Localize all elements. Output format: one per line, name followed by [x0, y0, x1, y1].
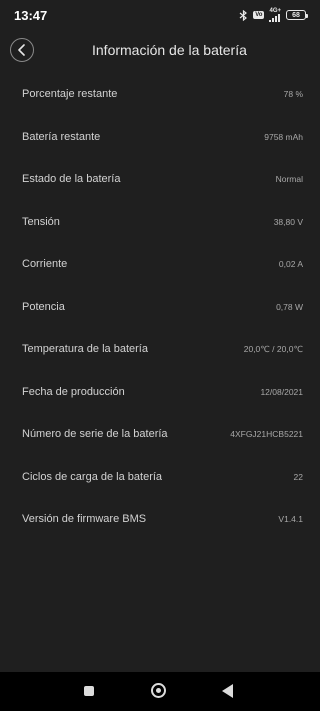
info-value: 38,80 V [273, 216, 303, 227]
info-value: 0,02 A [278, 259, 303, 270]
recents-square-icon[interactable] [84, 686, 94, 696]
info-row-remaining-percentage: Porcentaje restante 78 % [0, 73, 320, 116]
info-row-bms-firmware: Versión de firmware BMS V1.4.1 [0, 498, 320, 541]
bluetooth-icon [239, 9, 248, 21]
signal-group: 4G+ [269, 8, 281, 22]
info-row-remaining-capacity: Batería restante 9758 mAh [0, 116, 320, 159]
header: Información de la batería [0, 34, 320, 68]
info-row-production-date: Fecha de producción 12/08/2021 [0, 371, 320, 414]
info-row-current: Corriente 0,02 A [0, 243, 320, 286]
info-value: 0,78 W [276, 301, 303, 312]
info-label: Número de serie de la batería [22, 428, 168, 441]
info-label: Estado de la batería [22, 173, 121, 186]
info-value: 12/08/2021 [260, 386, 303, 397]
info-row-serial-number: Número de serie de la batería 4XFGJ21HCB… [0, 413, 320, 456]
chevron-left-icon [18, 44, 25, 56]
info-value: 9758 mAh [264, 131, 303, 142]
info-value: 78 % [283, 89, 303, 100]
info-label: Temperatura de la batería [22, 343, 148, 356]
info-row-voltage: Tensión 38,80 V [0, 201, 320, 244]
battery-level: 68 [292, 11, 300, 19]
info-value: 4XFGJ21HCB5221 [230, 429, 303, 440]
info-value: 20,0℃ / 20,0℃ [243, 343, 303, 354]
signal-icon [269, 14, 281, 22]
info-label: Tensión [22, 215, 60, 228]
info-row-battery-status: Estado de la batería Normal [0, 158, 320, 201]
info-value: Normal [275, 174, 303, 185]
info-row-charge-cycles: Ciclos de carga de la batería 22 [0, 456, 320, 499]
info-row-temperature: Temperatura de la batería 20,0℃ / 20,0℃ [0, 328, 320, 371]
info-label: Fecha de producción [22, 385, 125, 398]
navigation-bar [0, 672, 320, 711]
info-label: Potencia [22, 300, 65, 313]
back-triangle-icon[interactable] [222, 684, 233, 698]
info-row-power: Potencia 0,78 W [0, 286, 320, 329]
info-label: Batería restante [22, 130, 101, 143]
info-label: Corriente [22, 258, 68, 271]
page-title: Información de la batería [92, 42, 247, 58]
back-button[interactable] [10, 38, 34, 62]
info-label: Ciclos de carga de la batería [22, 470, 163, 483]
battery-info-list: Porcentaje restante 78 % Batería restant… [0, 73, 320, 541]
status-time: 13:47 [14, 7, 48, 23]
status-icons: Vo 4G+ 68 [239, 8, 308, 22]
info-label: Porcentaje restante [22, 88, 118, 101]
volte-icon: Vo [253, 11, 265, 19]
info-label: Versión de firmware BMS [22, 513, 147, 526]
home-circle-icon[interactable] [151, 683, 166, 698]
info-value: V1.4.1 [278, 514, 303, 525]
status-bar: 13:47 Vo 4G+ 68 [0, 0, 320, 30]
info-value: 22 [293, 471, 303, 482]
battery-icon: 68 [286, 10, 308, 20]
